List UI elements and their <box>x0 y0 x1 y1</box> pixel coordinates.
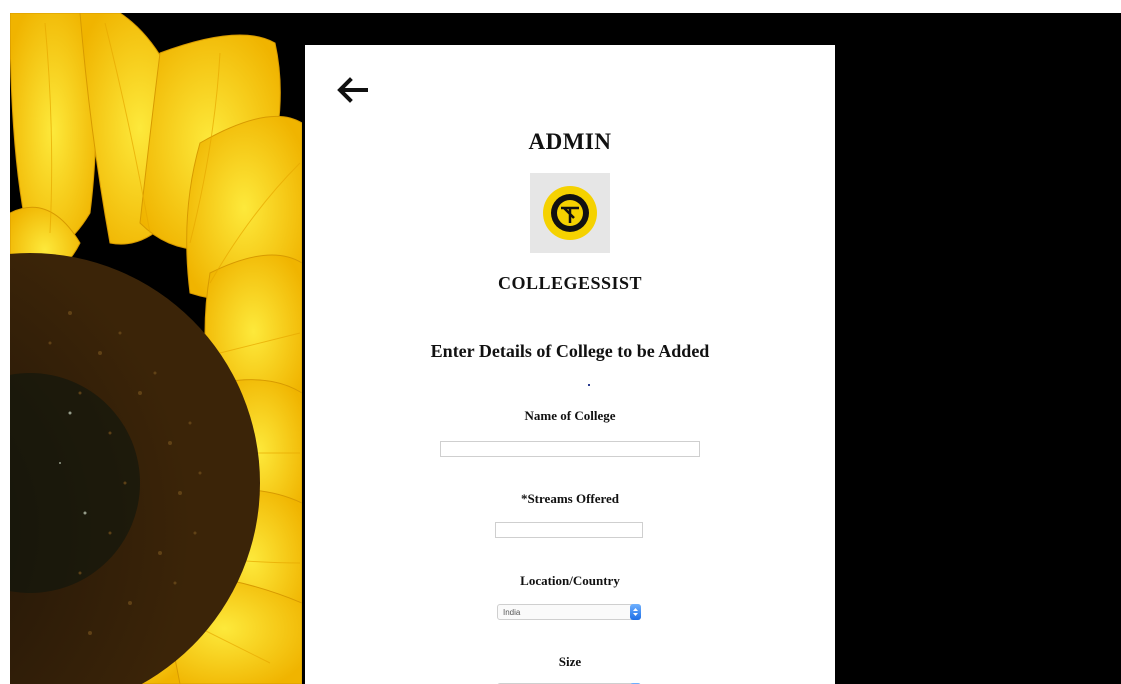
country-select-value: India <box>503 608 521 617</box>
separator-dot <box>588 384 590 386</box>
form-heading: Enter Details of College to be Added <box>430 341 710 361</box>
collegessist-logo-icon <box>530 173 610 253</box>
page-viewport: ADMIN COLLEGESSIST Enter Details of Coll… <box>10 13 1121 684</box>
brand-name: COLLEGESSIST <box>497 273 643 293</box>
streams-offered-label: *Streams Offered <box>520 491 620 506</box>
admin-form-card: ADMIN COLLEGESSIST Enter Details of Coll… <box>302 45 835 684</box>
back-arrow-icon[interactable] <box>335 75 371 105</box>
college-name-label: Name of College <box>524 408 616 423</box>
select-arrows-icon <box>630 604 641 620</box>
sunflower-background-image <box>10 13 302 684</box>
country-select[interactable]: India <box>497 604 641 620</box>
size-label: Size <box>558 654 582 669</box>
location-country-label: Location/Country <box>520 573 620 588</box>
page-title: ADMIN <box>528 129 612 154</box>
college-name-input[interactable] <box>440 441 700 457</box>
streams-offered-input[interactable] <box>495 522 643 538</box>
screen: ADMIN COLLEGESSIST Enter Details of Coll… <box>0 0 1121 684</box>
